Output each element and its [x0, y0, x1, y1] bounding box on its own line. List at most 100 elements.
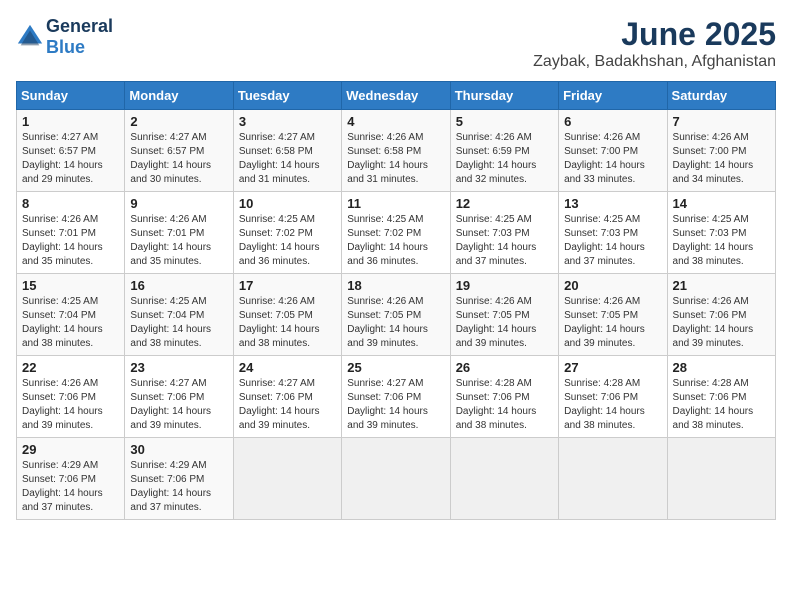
day-info: Sunrise: 4:26 AMSunset: 6:58 PMDaylight:…	[347, 131, 444, 187]
day-number: 20	[564, 278, 661, 293]
calendar-cell: 22 Sunrise: 4:26 AMSunset: 7:06 PMDayligh…	[17, 356, 125, 438]
calendar-cell: 14Sunrise: 4:25 AMSunset: 7:03 PMDayligh…	[667, 192, 775, 274]
calendar-cell: 16Sunrise: 4:25 AMSunset: 7:04 PMDayligh…	[125, 274, 233, 356]
calendar-week-row: 1 Sunrise: 4:27 AMSunset: 6:57 PMDaylight…	[17, 110, 776, 192]
day-info: Sunrise: 4:26 AMSunset: 7:05 PMDaylight:…	[239, 295, 336, 351]
calendar-cell	[233, 438, 341, 520]
day-number: 4	[347, 114, 444, 129]
day-number: 25	[347, 360, 444, 375]
day-number: 12	[456, 196, 553, 211]
day-info: Sunrise: 4:25 AMSunset: 7:02 PMDaylight:…	[239, 213, 336, 269]
day-number: 8	[22, 196, 119, 211]
weekday-header-row: SundayMondayTuesdayWednesdayThursdayFrid…	[17, 82, 776, 110]
calendar-cell: 25 Sunrise: 4:27 AMSunset: 7:06 PMDayligh…	[342, 356, 450, 438]
day-info: Sunrise: 4:27 AMSunset: 6:57 PMDaylight:…	[22, 131, 119, 187]
day-info: Sunrise: 4:25 AMSunset: 7:02 PMDaylight:…	[347, 213, 444, 269]
calendar-cell: 13Sunrise: 4:25 AMSunset: 7:03 PMDayligh…	[559, 192, 667, 274]
day-number: 2	[130, 114, 227, 129]
day-number: 24	[239, 360, 336, 375]
day-info: Sunrise: 4:28 AMSunset: 7:06 PMDaylight:…	[673, 377, 770, 433]
day-info: Sunrise: 4:29 AMSunset: 7:06 PMDaylight:…	[130, 459, 227, 515]
calendar-cell: 29 Sunrise: 4:29 AMSunset: 7:06 PMDayligh…	[17, 438, 125, 520]
logo-icon	[16, 23, 44, 51]
day-info: Sunrise: 4:25 AMSunset: 7:03 PMDaylight:…	[564, 213, 661, 269]
day-info: Sunrise: 4:28 AMSunset: 7:06 PMDaylight:…	[564, 377, 661, 433]
calendar-cell: 5 Sunrise: 4:26 AMSunset: 6:59 PMDaylight…	[450, 110, 558, 192]
day-info: Sunrise: 4:26 AMSunset: 7:06 PMDaylight:…	[673, 295, 770, 351]
calendar-week-row: 8 Sunrise: 4:26 AMSunset: 7:01 PMDaylight…	[17, 192, 776, 274]
day-info: Sunrise: 4:29 AMSunset: 7:06 PMDaylight:…	[22, 459, 119, 515]
calendar-cell: 27 Sunrise: 4:28 AMSunset: 7:06 PMDayligh…	[559, 356, 667, 438]
month-title: June 2025	[533, 16, 776, 53]
day-info: Sunrise: 4:26 AMSunset: 7:05 PMDaylight:…	[347, 295, 444, 351]
calendar-cell: 6Sunrise: 4:26 AMSunset: 7:00 PMDaylight…	[559, 110, 667, 192]
day-info: Sunrise: 4:26 AMSunset: 7:06 PMDaylight:…	[22, 377, 119, 433]
day-number: 9	[130, 196, 227, 211]
day-info: Sunrise: 4:26 AMSunset: 7:01 PMDaylight:…	[22, 213, 119, 269]
day-info: Sunrise: 4:26 AMSunset: 6:59 PMDaylight:…	[456, 131, 553, 187]
calendar-cell: 17 Sunrise: 4:26 AMSunset: 7:05 PMDayligh…	[233, 274, 341, 356]
day-number: 15	[22, 278, 119, 293]
calendar-cell: 30 Sunrise: 4:29 AMSunset: 7:06 PMDayligh…	[125, 438, 233, 520]
calendar-cell	[667, 438, 775, 520]
day-number: 5	[456, 114, 553, 129]
calendar-cell: 2 Sunrise: 4:27 AMSunset: 6:57 PMDaylight…	[125, 110, 233, 192]
day-number: 10	[239, 196, 336, 211]
day-info: Sunrise: 4:25 AMSunset: 7:04 PMDaylight:…	[130, 295, 227, 351]
day-number: 28	[673, 360, 770, 375]
day-info: Sunrise: 4:27 AMSunset: 7:06 PMDaylight:…	[347, 377, 444, 433]
calendar-week-row: 22 Sunrise: 4:26 AMSunset: 7:06 PMDayligh…	[17, 356, 776, 438]
day-number: 18	[347, 278, 444, 293]
title-area: June 2025 Zaybak, Badakhshan, Afghanista…	[533, 16, 776, 71]
calendar-week-row: 15 Sunrise: 4:25 AMSunset: 7:04 PMDayligh…	[17, 274, 776, 356]
day-number: 27	[564, 360, 661, 375]
day-number: 29	[22, 442, 119, 457]
calendar-cell	[342, 438, 450, 520]
calendar-cell	[559, 438, 667, 520]
day-info: Sunrise: 4:26 AMSunset: 7:05 PMDaylight:…	[456, 295, 553, 351]
calendar-cell: 26 Sunrise: 4:28 AMSunset: 7:06 PMDayligh…	[450, 356, 558, 438]
day-number: 26	[456, 360, 553, 375]
location-title: Zaybak, Badakhshan, Afghanistan	[533, 53, 776, 71]
calendar-cell: 12 Sunrise: 4:25 AMSunset: 7:03 PMDayligh…	[450, 192, 558, 274]
calendar-cell: 4 Sunrise: 4:26 AMSunset: 6:58 PMDaylight…	[342, 110, 450, 192]
calendar-cell	[450, 438, 558, 520]
logo-general-text: General	[46, 16, 113, 36]
calendar-cell: 18 Sunrise: 4:26 AMSunset: 7:05 PMDayligh…	[342, 274, 450, 356]
weekday-header-friday: Friday	[559, 82, 667, 110]
calendar-week-row: 29 Sunrise: 4:29 AMSunset: 7:06 PMDayligh…	[17, 438, 776, 520]
calendar-cell: 3Sunrise: 4:27 AMSunset: 6:58 PMDaylight…	[233, 110, 341, 192]
day-number: 23	[130, 360, 227, 375]
calendar-cell: 8 Sunrise: 4:26 AMSunset: 7:01 PMDaylight…	[17, 192, 125, 274]
day-number: 30	[130, 442, 227, 457]
day-info: Sunrise: 4:26 AMSunset: 7:01 PMDaylight:…	[130, 213, 227, 269]
calendar-cell: 28 Sunrise: 4:28 AMSunset: 7:06 PMDayligh…	[667, 356, 775, 438]
logo: General Blue	[16, 16, 113, 58]
day-info: Sunrise: 4:25 AMSunset: 7:03 PMDaylight:…	[673, 213, 770, 269]
logo-blue-text: Blue	[46, 37, 85, 57]
day-number: 7	[673, 114, 770, 129]
day-info: Sunrise: 4:27 AMSunset: 7:06 PMDaylight:…	[130, 377, 227, 433]
calendar-cell: 20Sunrise: 4:26 AMSunset: 7:05 PMDayligh…	[559, 274, 667, 356]
day-number: 22	[22, 360, 119, 375]
weekday-header-saturday: Saturday	[667, 82, 775, 110]
calendar-cell: 9 Sunrise: 4:26 AMSunset: 7:01 PMDaylight…	[125, 192, 233, 274]
weekday-header-monday: Monday	[125, 82, 233, 110]
day-number: 1	[22, 114, 119, 129]
day-number: 11	[347, 196, 444, 211]
day-info: Sunrise: 4:27 AMSunset: 6:58 PMDaylight:…	[239, 131, 336, 187]
day-info: Sunrise: 4:26 AMSunset: 7:00 PMDaylight:…	[564, 131, 661, 187]
weekday-header-sunday: Sunday	[17, 82, 125, 110]
day-info: Sunrise: 4:25 AMSunset: 7:03 PMDaylight:…	[456, 213, 553, 269]
day-info: Sunrise: 4:27 AMSunset: 6:57 PMDaylight:…	[130, 131, 227, 187]
calendar-cell: 7Sunrise: 4:26 AMSunset: 7:00 PMDaylight…	[667, 110, 775, 192]
day-info: Sunrise: 4:27 AMSunset: 7:06 PMDaylight:…	[239, 377, 336, 433]
calendar-cell: 1 Sunrise: 4:27 AMSunset: 6:57 PMDaylight…	[17, 110, 125, 192]
weekday-header-tuesday: Tuesday	[233, 82, 341, 110]
calendar-cell: 15Sunrise: 4:25 AMSunset: 7:04 PMDayligh…	[17, 274, 125, 356]
day-number: 17	[239, 278, 336, 293]
calendar-cell: 19Sunrise: 4:26 AMSunset: 7:05 PMDayligh…	[450, 274, 558, 356]
weekday-header-wednesday: Wednesday	[342, 82, 450, 110]
calendar-table: SundayMondayTuesdayWednesdayThursdayFrid…	[16, 81, 776, 520]
day-info: Sunrise: 4:28 AMSunset: 7:06 PMDaylight:…	[456, 377, 553, 433]
